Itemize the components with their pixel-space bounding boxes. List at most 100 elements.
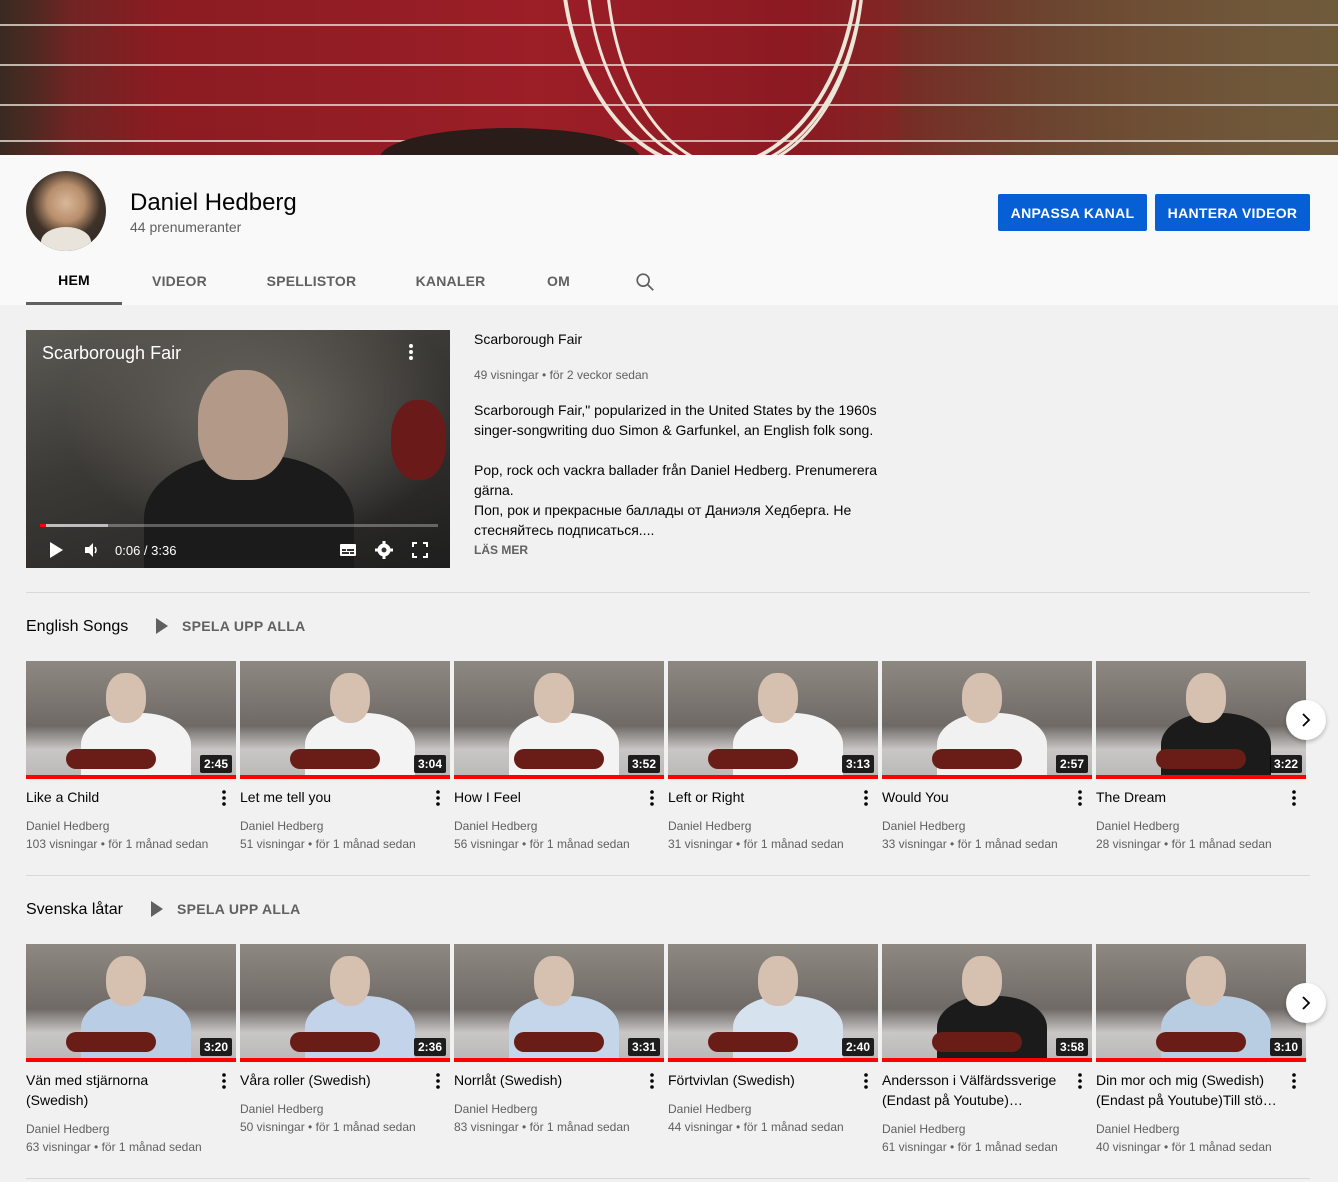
play-all-button[interactable]: SPELA UPP ALLA (151, 901, 300, 917)
fullscreen-icon[interactable] (410, 540, 430, 560)
video-channel[interactable]: Daniel Hedberg (454, 819, 537, 833)
video-thumbnail[interactable]: 3:10 (1096, 944, 1306, 1062)
video-card[interactable]: 3:22 The Dream Daniel Hedberg 28 visningar … (1096, 661, 1306, 851)
video-title[interactable]: Våra roller (Swedish) (240, 1070, 425, 1090)
video-title[interactable]: Like a Child (26, 787, 211, 807)
video-title[interactable]: Left or Right (668, 787, 853, 807)
more-vert-icon[interactable] (432, 1072, 444, 1090)
video-title[interactable]: Andersson i Välfärdssverige (Endast på Y… (882, 1070, 1067, 1110)
more-vert-icon[interactable] (406, 342, 416, 362)
volume-icon[interactable] (82, 540, 102, 560)
video-thumbnail[interactable]: 3:22 (1096, 661, 1306, 779)
video-title[interactable]: Din mor och mig (Swedish) (Endast på You… (1096, 1070, 1281, 1110)
video-title[interactable]: How I Feel (454, 787, 639, 807)
tab-playlists[interactable]: SPELLISTOR (237, 257, 386, 305)
featured-video-player[interactable]: Scarborough Fair 0:06 / 3:36 (26, 330, 450, 568)
upload-age: för 1 månad sedan (529, 1120, 630, 1134)
video-card[interactable]: 3:10 Din mor och mig (Swedish) (Endast på… (1096, 944, 1306, 1154)
tab-home[interactable]: HEM (26, 257, 122, 305)
more-vert-icon[interactable] (1074, 1072, 1086, 1090)
watched-progress (1096, 775, 1306, 779)
tab-about[interactable]: OM (515, 257, 602, 305)
more-vert-icon[interactable] (860, 789, 872, 807)
manage-videos-button[interactable]: HANTERA VIDEOR (1155, 194, 1310, 231)
video-card[interactable]: 2:45 Like a Child Daniel Hedberg 103 visnin… (26, 661, 236, 851)
video-title[interactable]: Norrlåt (Swedish) (454, 1070, 639, 1090)
player-title[interactable]: Scarborough Fair (42, 343, 181, 364)
video-channel[interactable]: Daniel Hedberg (240, 819, 323, 833)
more-vert-icon[interactable] (218, 1072, 230, 1090)
view-count: 28 visningar (1096, 837, 1161, 851)
more-vert-icon[interactable] (860, 1072, 872, 1090)
video-thumbnail[interactable]: 3:52 (454, 661, 664, 779)
video-card[interactable]: 2:40 Förtvivlan (Swedish) Daniel Hedberg 44… (668, 944, 878, 1134)
more-vert-icon[interactable] (646, 789, 658, 807)
video-channel[interactable]: Daniel Hedberg (26, 819, 109, 833)
subtitles-icon[interactable] (338, 540, 358, 560)
video-thumbnail[interactable]: 2:40 (668, 944, 878, 1062)
read-more-link[interactable]: LÄS MER (474, 543, 528, 557)
video-title[interactable]: Let me tell you (240, 787, 425, 807)
progress-bar[interactable] (40, 524, 438, 527)
watched-progress (454, 775, 664, 779)
view-count: 83 visningar (454, 1120, 519, 1134)
more-vert-icon[interactable] (1288, 1072, 1300, 1090)
video-channel[interactable]: Daniel Hedberg (668, 819, 751, 833)
more-vert-icon[interactable] (218, 789, 230, 807)
more-vert-icon[interactable] (1288, 789, 1300, 807)
video-card[interactable]: 3:31 Norrlåt (Swedish) Daniel Hedberg 83 vi… (454, 944, 664, 1134)
tab-videos[interactable]: VIDEOR (122, 257, 237, 305)
video-thumbnail[interactable]: 2:57 (882, 661, 1092, 779)
video-channel[interactable]: Daniel Hedberg (1096, 1122, 1179, 1136)
video-card[interactable]: 3:52 How I Feel Daniel Hedberg 56 visningar… (454, 661, 664, 851)
view-count: 31 visningar (668, 837, 733, 851)
video-thumbnail[interactable]: 2:45 (26, 661, 236, 779)
video-thumbnail[interactable]: 3:31 (454, 944, 664, 1062)
play-all-button[interactable]: SPELA UPP ALLA (156, 618, 305, 634)
view-count: 44 visningar (668, 1120, 733, 1134)
tab-channels[interactable]: KANALER (386, 257, 515, 305)
video-title[interactable]: The Dream (1096, 787, 1281, 807)
search-icon[interactable] (634, 271, 656, 293)
video-channel[interactable]: Daniel Hedberg (882, 1122, 965, 1136)
watched-progress (882, 1058, 1092, 1062)
video-thumbnail[interactable]: 3:20 (26, 944, 236, 1062)
video-duration: 3:52 (627, 755, 660, 773)
shelf-next-button[interactable] (1286, 700, 1326, 740)
more-vert-icon[interactable] (646, 1072, 658, 1090)
video-title[interactable]: Would You (882, 787, 1067, 807)
video-card[interactable]: 3:58 Andersson i Välfärdssverige (Endast … (882, 944, 1092, 1154)
more-vert-icon[interactable] (432, 789, 444, 807)
video-title[interactable]: Vän med stjärnorna (Swedish) (26, 1070, 211, 1110)
watched-progress (240, 1058, 450, 1062)
video-card[interactable]: 3:20 Vän med stjärnorna (Swedish) Daniel H… (26, 944, 236, 1154)
more-vert-icon[interactable] (1074, 789, 1086, 807)
video-thumbnail[interactable]: 3:13 (668, 661, 878, 779)
play-icon[interactable] (46, 540, 66, 560)
video-channel[interactable]: Daniel Hedberg (882, 819, 965, 833)
video-channel[interactable]: Daniel Hedberg (1096, 819, 1179, 833)
video-card[interactable]: 3:04 Let me tell you Daniel Hedberg 51 visn… (240, 661, 450, 851)
video-thumbnail[interactable]: 3:58 (882, 944, 1092, 1062)
shelf-next-button[interactable] (1286, 983, 1326, 1023)
channel-tabs: HEM VIDEOR SPELLISTOR KANALER OM (26, 257, 602, 305)
gear-icon[interactable] (374, 540, 394, 560)
video-thumbnail[interactable]: 2:36 (240, 944, 450, 1062)
featured-video-title[interactable]: Scarborough Fair (474, 331, 582, 347)
video-card[interactable]: 2:36 Våra roller (Swedish) Daniel Hedberg 5… (240, 944, 450, 1134)
video-channel[interactable]: Daniel Hedberg (454, 1102, 537, 1116)
play-all-label: SPELA UPP ALLA (177, 901, 301, 917)
video-channel[interactable]: Daniel Hedberg (240, 1102, 323, 1116)
featured-video-meta: 49 visningar • för 2 veckor sedan (474, 368, 649, 382)
video-card[interactable]: 2:57 Would You Daniel Hedberg 33 visningar … (882, 661, 1092, 851)
shelf-title[interactable]: Svenska låtar (26, 901, 123, 919)
video-channel[interactable]: Daniel Hedberg (668, 1102, 751, 1116)
shelf-title[interactable]: English Songs (26, 618, 128, 636)
video-channel[interactable]: Daniel Hedberg (26, 1122, 109, 1136)
video-card[interactable]: 3:13 Left or Right Daniel Hedberg 31 visnin… (668, 661, 878, 851)
video-title[interactable]: Förtvivlan (Swedish) (668, 1070, 853, 1090)
video-thumbnail[interactable]: 3:04 (240, 661, 450, 779)
avatar[interactable] (26, 171, 106, 251)
customize-channel-button[interactable]: ANPASSA KANAL (998, 194, 1147, 231)
video-duration: 3:31 (627, 1038, 660, 1056)
